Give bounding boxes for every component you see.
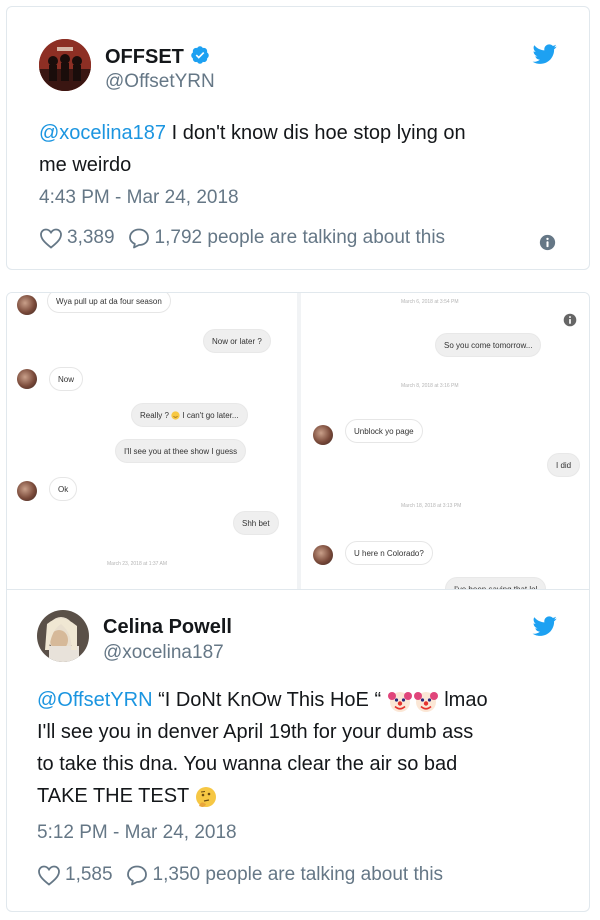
- message-timestamp: March 18, 2018 at 3:13 PM: [401, 503, 462, 509]
- speech-bubble-icon[interactable]: [127, 227, 151, 249]
- message-bubble: Really ? I can't go later...: [131, 403, 248, 427]
- avatar: [17, 481, 37, 501]
- avatar: [313, 545, 333, 565]
- message-bubble: U here n Colorado?: [345, 541, 433, 565]
- heart-icon[interactable]: [39, 227, 63, 249]
- sweat-smile-emoji: [171, 411, 180, 421]
- avatar[interactable]: [39, 39, 91, 91]
- twitter-bird-icon[interactable]: [531, 42, 559, 66]
- message-timestamp: March 23, 2018 at 1:37 AM: [107, 561, 168, 567]
- message-timestamp: March 8, 2018 at 3:16 PM: [401, 383, 459, 389]
- user-handle[interactable]: @xocelina187: [103, 642, 224, 664]
- message-bubble: Now or later ?: [203, 329, 271, 353]
- info-icon: [563, 313, 577, 327]
- twitter-bird-icon[interactable]: [531, 614, 559, 638]
- avatar: [17, 369, 37, 389]
- message-timestamp: March 6, 2018 at 3:54 PM: [401, 299, 459, 305]
- message-bubble: Now: [49, 367, 84, 391]
- message-bubble: Shh bet: [233, 511, 279, 535]
- info-icon[interactable]: [539, 234, 556, 251]
- tweet-timestamp[interactable]: 4:43 PM - Mar 24, 2018: [39, 187, 239, 209]
- user-handle[interactable]: @OffsetYRN: [105, 71, 215, 93]
- mention-link[interactable]: @xocelina187: [39, 122, 166, 144]
- avatar: [17, 295, 37, 315]
- clown-emoji: [413, 691, 438, 712]
- speech-bubble-icon[interactable]: [125, 864, 149, 886]
- avatar[interactable]: [37, 610, 89, 662]
- mention-link[interactable]: @OffsetYRN: [37, 689, 153, 711]
- display-name[interactable]: Celina Powell: [103, 616, 232, 639]
- clown-emoji: [387, 691, 412, 712]
- display-name[interactable]: OFFSET: [105, 45, 210, 69]
- message-bubble: So you come tomorrow...: [435, 333, 542, 357]
- message-bubble: I'll see you at thee show I guess: [115, 439, 247, 463]
- dm-screenshots-image[interactable]: Wya pull up at da four season Now or lat…: [6, 292, 590, 590]
- tweet-timestamp[interactable]: 5:12 PM - Mar 24, 2018: [37, 822, 237, 844]
- like-count[interactable]: 3,389: [67, 227, 115, 249]
- engagement-row: 1,585 1,350 people are talking about thi…: [37, 864, 455, 886]
- dm-screenshot-right: March 6, 2018 at 3:54 PM So you come tom…: [301, 293, 589, 589]
- reply-count[interactable]: 1,350 people are talking about this: [153, 864, 444, 886]
- message-bubble: Wya pull up at da four season: [47, 293, 171, 313]
- dm-screenshot-left: Wya pull up at da four season Now or lat…: [7, 293, 297, 589]
- message-bubble: Unblock yo page: [345, 419, 423, 443]
- tweet-text: @OffsetYRN “I DoNt KnOw This HoE “ lmao …: [37, 689, 488, 807]
- verified-icon: [191, 46, 209, 64]
- tweet-card-celina: Celina Powell @xocelina187 @OffsetYRN “I…: [6, 590, 590, 912]
- tweet-text: @xocelina187 I don't know dis hoe stop l…: [39, 122, 466, 176]
- message-bubble: I've been saying that lol: [445, 577, 547, 589]
- tweet-card-offset: OFFSET @OffsetYRN @xocelina187 I don't k…: [6, 6, 590, 270]
- message-bubble: I did: [547, 453, 581, 477]
- thinking-emoji: [196, 786, 217, 807]
- reply-count[interactable]: 1,792 people are talking about this: [155, 227, 446, 249]
- like-count[interactable]: 1,585: [65, 864, 113, 886]
- avatar: [313, 425, 333, 445]
- heart-icon[interactable]: [37, 864, 61, 886]
- engagement-row: 3,389 1,792 people are talking about thi…: [39, 227, 457, 249]
- message-bubble: Ok: [49, 477, 78, 501]
